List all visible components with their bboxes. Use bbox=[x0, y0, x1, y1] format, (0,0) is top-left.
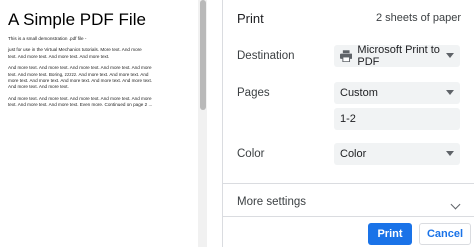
doc-paragraph: just for use in the Virtual Mechanics tu… bbox=[8, 47, 190, 60]
printer-icon bbox=[340, 50, 353, 62]
section-divider bbox=[223, 183, 474, 184]
caret-down-icon bbox=[446, 53, 454, 58]
section-divider bbox=[223, 216, 474, 217]
destination-label: Destination bbox=[237, 50, 295, 62]
preview-scrollbar-thumb[interactable] bbox=[200, 0, 206, 110]
destination-select[interactable]: Microsoft Print to PDF bbox=[334, 44, 460, 68]
custom-pages-value: 1-2 bbox=[340, 113, 356, 125]
print-button[interactable]: Print bbox=[368, 223, 412, 245]
doc-paragraph: And more text. And more text. And more t… bbox=[8, 96, 190, 109]
pages-label: Pages bbox=[237, 87, 270, 99]
doc-paragraph: And more text. And more text. And more t… bbox=[8, 65, 190, 91]
color-value: Color bbox=[340, 148, 367, 160]
print-preview: A Simple PDF File This is a small demons… bbox=[0, 0, 207, 247]
cancel-button[interactable]: Cancel bbox=[419, 223, 471, 245]
more-settings-toggle[interactable]: More settings bbox=[237, 196, 306, 208]
color-label: Color bbox=[237, 148, 265, 160]
doc-title: A Simple PDF File bbox=[8, 10, 146, 29]
destination-value: Microsoft Print to PDF bbox=[357, 44, 440, 68]
doc-line: text. And more text. And more text. Even… bbox=[8, 102, 153, 108]
print-settings-panel: Print 2 sheets of paper Destination Micr… bbox=[223, 0, 474, 247]
pages-select[interactable]: Custom bbox=[334, 82, 460, 104]
preview-page: A Simple PDF File This is a small demons… bbox=[0, 0, 198, 247]
caret-down-icon bbox=[446, 90, 454, 95]
color-select[interactable]: Color bbox=[334, 143, 460, 165]
sheet-count: 2 sheets of paper bbox=[375, 12, 461, 24]
caret-down-icon bbox=[446, 151, 454, 156]
chevron-down-icon[interactable] bbox=[450, 199, 461, 210]
custom-pages-input[interactable]: 1-2 bbox=[334, 108, 460, 130]
pages-value: Custom bbox=[340, 87, 378, 99]
panel-title: Print bbox=[237, 11, 264, 26]
